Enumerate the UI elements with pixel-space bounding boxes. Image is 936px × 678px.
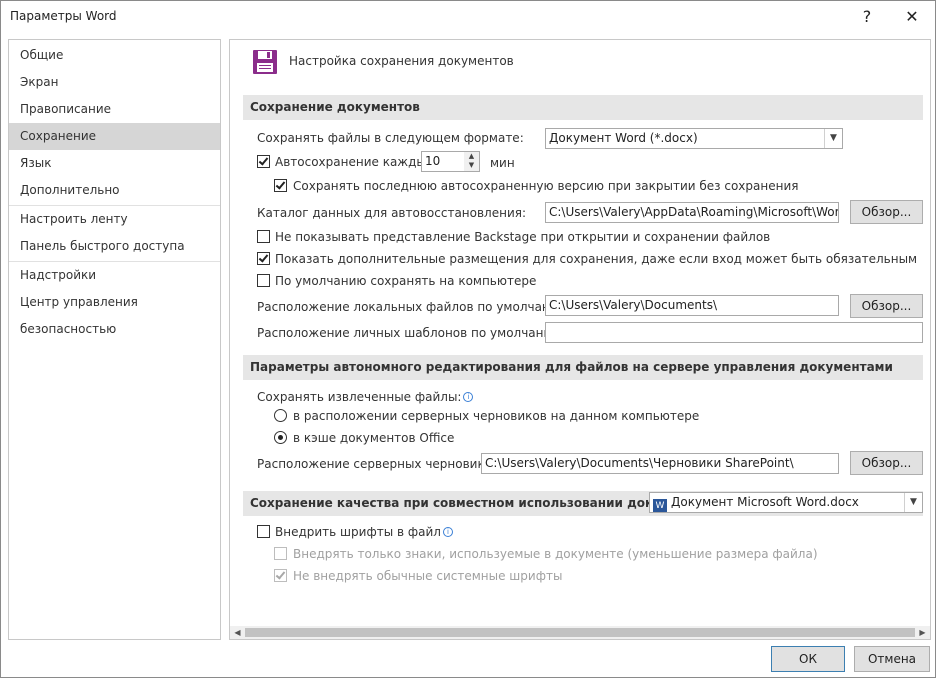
sidebar-item-addins[interactable]: Надстройки	[9, 262, 220, 289]
checkout-label: Сохранять извлеченные файлы: i	[257, 390, 474, 404]
sidebar-item-display[interactable]: Экран	[9, 69, 220, 96]
info-icon: i	[463, 392, 474, 402]
autosave-minutes-input[interactable]: 10	[421, 151, 465, 172]
sidebar-item-general[interactable]: Общие	[9, 42, 220, 69]
radio-office-cache-label: в кэше документов Office	[293, 431, 455, 445]
autosave-checkbox[interactable]	[257, 155, 270, 168]
save-to-computer-label: По умолчанию сохранять на компьютере	[275, 274, 537, 288]
local-files-browse-button[interactable]: Обзор...	[850, 294, 923, 318]
section-offline-editing: Параметры автономного редактирования для…	[243, 355, 923, 380]
local-files-label: Расположение локальных файлов по умолчан…	[257, 300, 572, 314]
templates-label: Расположение личных шаблонов по умолчани…	[257, 326, 566, 340]
info-icon: i	[442, 527, 453, 537]
sidebar-item-customize-ribbon[interactable]: Настроить ленту	[9, 206, 220, 233]
scroll-right-icon[interactable]: ▶	[915, 626, 930, 639]
radio-server-drafts-label: в расположении серверных черновиков на д…	[293, 409, 700, 423]
radio-server-drafts[interactable]	[274, 409, 287, 422]
title-bar: Параметры Word ? ✕	[1, 1, 935, 32]
section-save-documents: Сохранение документов	[243, 95, 923, 120]
autosave-unit: мин	[490, 156, 515, 170]
format-select-value: Документ Word (*.docx)	[549, 131, 698, 145]
show-places-checkbox[interactable]	[257, 252, 270, 265]
sidebar-item-advanced[interactable]: Дополнительно	[9, 177, 220, 204]
autorecover-label: Каталог данных для автовосстановления:	[257, 206, 527, 220]
sidebar-item-quick-access[interactable]: Панель быстрого доступа	[9, 233, 220, 260]
autorecover-browse-button[interactable]: Обзор...	[850, 200, 923, 224]
show-places-label: Показать дополнительные размещения для с…	[275, 252, 918, 266]
chevron-down-icon: ▼	[824, 129, 842, 148]
spin-down-icon[interactable]: ▼	[464, 161, 479, 170]
help-button[interactable]: ?	[847, 3, 887, 30]
close-button[interactable]: ✕	[892, 3, 932, 30]
autosave-spinner[interactable]: ▲ ▼	[464, 151, 480, 172]
fidelity-document-value: Документ Microsoft Word.docx	[671, 495, 859, 509]
scrollbar-thumb[interactable]	[245, 628, 915, 637]
sidebar-item-save[interactable]: Сохранение	[9, 123, 220, 150]
no-backstage-label: Не показывать представление Backstage пр…	[275, 230, 771, 244]
local-files-path-input[interactable]: C:\Users\Valery\Documents\	[545, 295, 839, 316]
horizontal-scrollbar[interactable]: ◀ ▶	[230, 626, 930, 639]
server-drafts-path-input[interactable]: C:\Users\Valery\Documents\Черновики Shar…	[481, 453, 839, 474]
format-label: Сохранять файлы в следующем формате:	[257, 131, 524, 145]
spin-up-icon[interactable]: ▲	[464, 152, 479, 161]
section-fidelity-title: Сохранение качества при совместном испол…	[250, 496, 708, 510]
sidebar-item-language[interactable]: Язык	[9, 150, 220, 177]
no-backstage-checkbox[interactable]	[257, 230, 270, 243]
radio-office-cache[interactable]	[274, 431, 287, 444]
fidelity-document-select[interactable]: W Документ Microsoft Word.docx ▼	[649, 492, 923, 513]
autosave-label: Автосохранение каждые	[275, 155, 434, 169]
sidebar: Общие Экран Правописание Сохранение Язык…	[8, 39, 221, 640]
server-drafts-label: Расположение серверных черновиков:	[257, 457, 504, 471]
window-title: Параметры Word	[10, 9, 117, 23]
format-select[interactable]: Документ Word (*.docx) ▼	[545, 128, 843, 149]
embed-fonts-checkbox[interactable]	[257, 525, 270, 538]
embed-only-used-checkbox	[274, 547, 287, 560]
options-dialog: Параметры Word ? ✕ Общие Экран Правописа…	[0, 0, 936, 678]
sidebar-item-trust-center[interactable]: Центр управления безопасностью	[9, 289, 220, 336]
word-document-icon: W	[653, 499, 667, 512]
save-to-computer-checkbox[interactable]	[257, 274, 270, 287]
sidebar-item-proofing[interactable]: Правописание	[9, 96, 220, 123]
keep-last-version-checkbox[interactable]	[274, 179, 287, 192]
content-panel: Настройка сохранения документов Сохранен…	[229, 39, 931, 640]
autorecover-path-input[interactable]: C:\Users\Valery\AppData\Roaming\Microsof…	[545, 202, 839, 223]
no-common-fonts-checkbox	[274, 569, 287, 582]
chevron-down-icon: ▼	[904, 493, 922, 512]
keep-last-version-label: Сохранять последнюю автосохраненную верс…	[293, 179, 799, 193]
no-common-fonts-label: Не внедрять обычные системные шрифты	[293, 569, 563, 583]
server-drafts-browse-button[interactable]: Обзор...	[850, 451, 923, 475]
page-title: Настройка сохранения документов	[289, 54, 514, 68]
scroll-left-icon[interactable]: ◀	[230, 626, 245, 639]
ok-button[interactable]: ОК	[771, 646, 845, 672]
cancel-button[interactable]: Отмена	[854, 646, 930, 672]
templates-path-input[interactable]	[545, 322, 923, 343]
embed-fonts-label: Внедрить шрифты в файл i	[275, 525, 453, 539]
floppy-disk-icon	[252, 49, 278, 75]
embed-only-used-label: Внедрять только знаки, используемые в до…	[293, 547, 818, 561]
